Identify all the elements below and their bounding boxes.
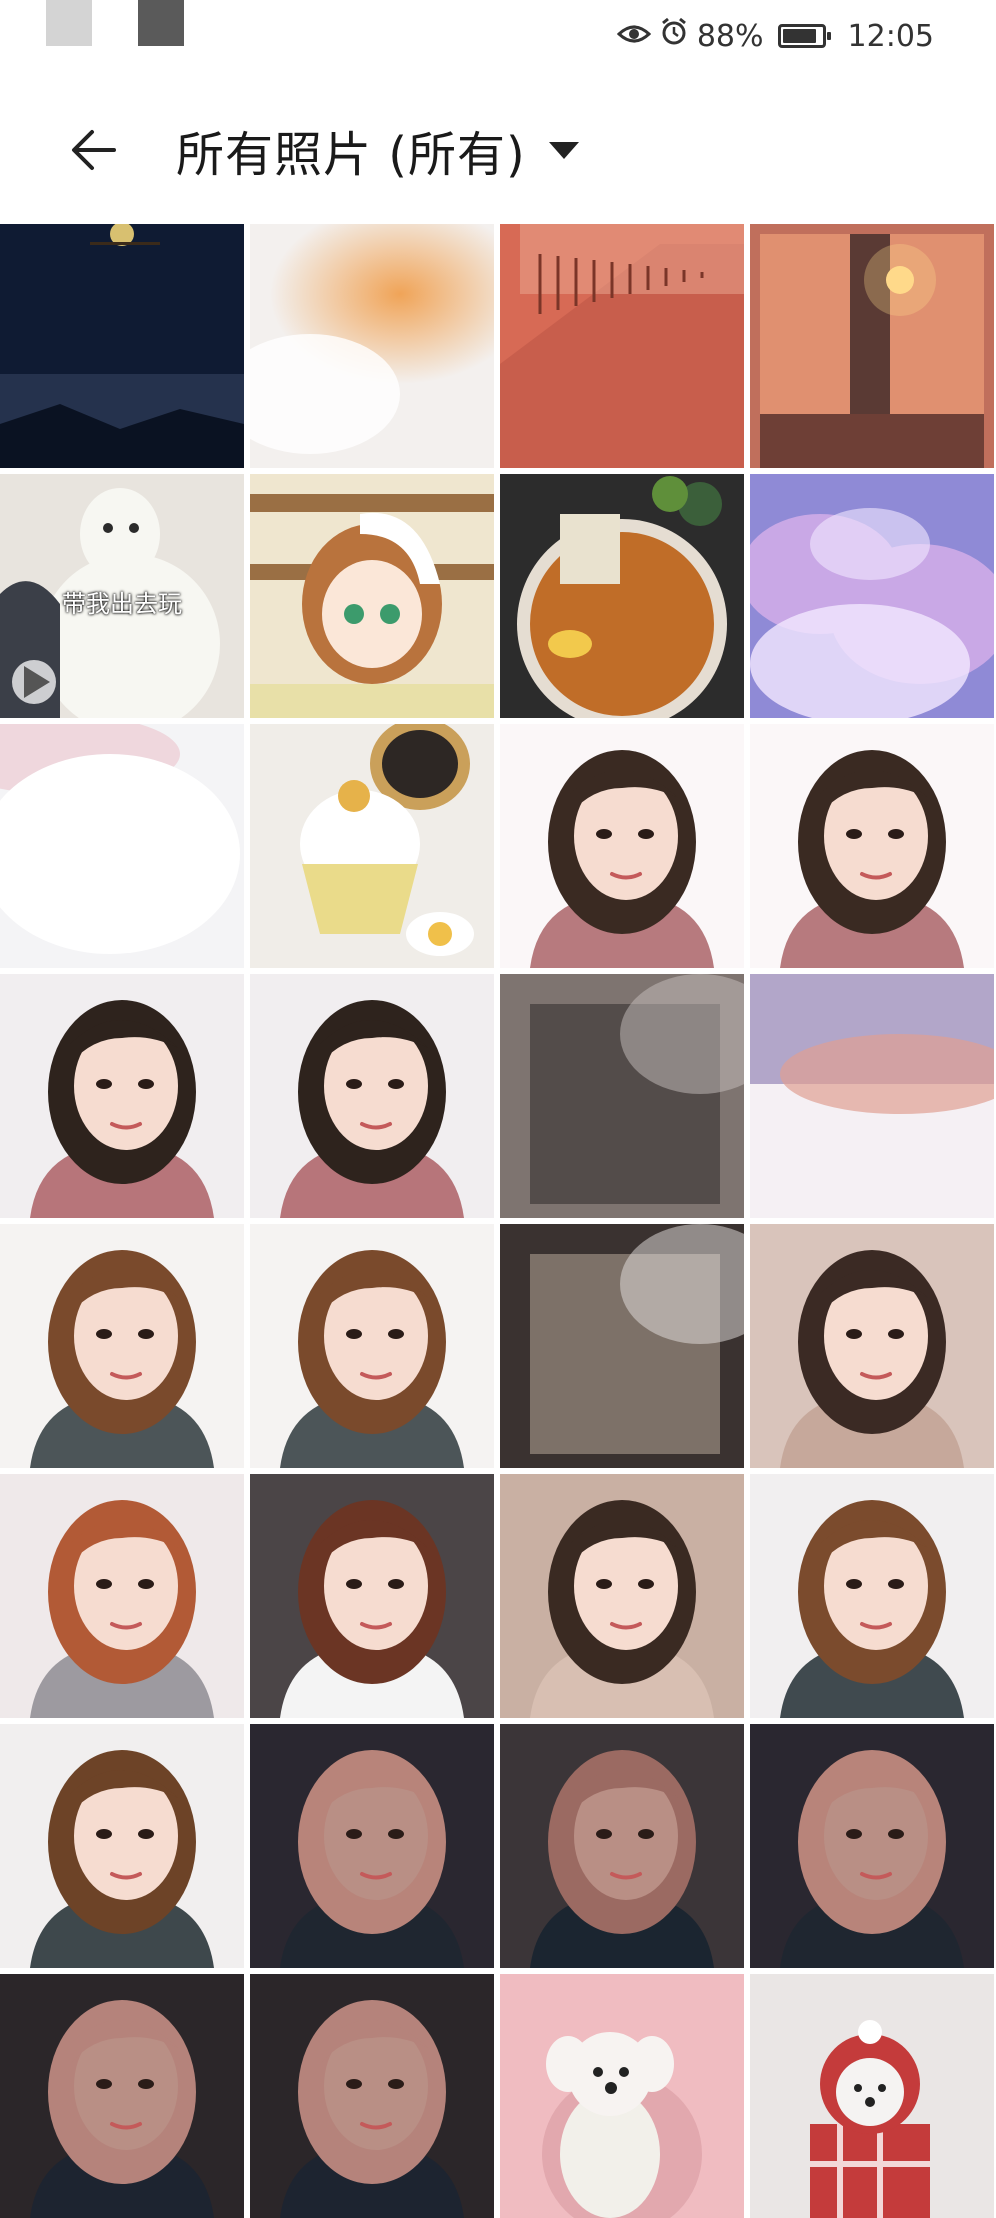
photo-thumbnail[interactable]	[250, 724, 494, 968]
photo-thumbnail[interactable]	[500, 224, 744, 468]
photo-image	[500, 1974, 744, 2218]
battery-level-fill	[782, 29, 816, 43]
photo-thumbnail[interactable]	[250, 474, 494, 718]
photo-image	[250, 474, 494, 718]
photo-image	[750, 224, 994, 468]
photo-thumbnail[interactable]	[750, 1224, 994, 1468]
photo-image	[500, 724, 744, 968]
photo-image	[750, 1224, 994, 1468]
photo-thumbnail[interactable]	[750, 724, 994, 968]
app-bar: 所有照片 (所有)	[0, 72, 996, 222]
photo-image	[250, 1474, 494, 1718]
photo-thumbnail[interactable]	[0, 224, 244, 468]
photo-thumbnail[interactable]	[500, 1224, 744, 1468]
photo-thumbnail[interactable]	[0, 1974, 244, 2218]
photo-thumbnail[interactable]	[0, 724, 244, 968]
photo-thumbnail[interactable]	[250, 1474, 494, 1718]
photo-image	[0, 224, 244, 468]
photo-thumbnail[interactable]	[750, 474, 994, 718]
photo-thumbnail[interactable]	[250, 1224, 494, 1468]
photo-thumbnail[interactable]	[500, 724, 744, 968]
photo-thumbnail[interactable]	[750, 974, 994, 1218]
photo-image	[750, 474, 994, 718]
photo-thumbnail[interactable]	[750, 224, 994, 468]
battery-percent: 88%	[696, 18, 764, 54]
alarm-icon	[659, 17, 689, 55]
photo-grid: 带我出去玩	[0, 224, 996, 2218]
photo-image	[750, 1724, 994, 1968]
photo-thumbnail[interactable]	[0, 1724, 244, 1968]
photo-image	[250, 974, 494, 1218]
photo-thumbnail[interactable]	[250, 974, 494, 1218]
clock-time: 12:05	[847, 18, 934, 54]
video-caption: 带我出去玩	[62, 590, 182, 618]
photo-thumbnail[interactable]	[250, 224, 494, 468]
photo-image	[0, 1474, 244, 1718]
photo-thumbnail[interactable]	[750, 1474, 994, 1718]
status-icons: 88% 12:05	[616, 16, 934, 56]
photo-thumbnail[interactable]	[750, 1724, 994, 1968]
back-button[interactable]	[58, 114, 130, 186]
photo-image	[500, 474, 744, 718]
battery-icon	[777, 24, 831, 48]
photo-thumbnail[interactable]	[250, 1724, 494, 1968]
photo-image	[500, 974, 744, 1218]
page-title: 所有照片 (所有)	[176, 127, 526, 183]
photo-thumbnail[interactable]	[750, 1974, 994, 2218]
play-icon	[12, 660, 56, 704]
photo-image	[500, 224, 744, 468]
photo-image	[500, 1224, 744, 1468]
photo-image	[500, 1724, 744, 1968]
photo-thumbnail[interactable]	[500, 1474, 744, 1718]
photo-image	[750, 974, 994, 1218]
photo-thumbnail[interactable]	[0, 974, 244, 1218]
photo-thumbnail[interactable]	[0, 1474, 244, 1718]
photo-image	[750, 724, 994, 968]
photo-thumbnail[interactable]	[500, 1974, 744, 2218]
photo-image	[250, 1974, 494, 2218]
photo-thumbnail[interactable]	[250, 1974, 494, 2218]
photo-thumbnail[interactable]	[500, 974, 744, 1218]
photo-image	[750, 1474, 994, 1718]
eye-icon	[616, 19, 652, 54]
video-thumbnail[interactable]: 带我出去玩	[0, 474, 244, 718]
album-selector[interactable]: 所有照片 (所有)	[176, 112, 584, 188]
photo-thumbnail[interactable]	[0, 1224, 244, 1468]
photo-image	[250, 1224, 494, 1468]
caret-down-icon	[544, 130, 584, 170]
photo-thumbnail[interactable]	[500, 1724, 744, 1968]
photo-image	[0, 974, 244, 1218]
photo-image	[500, 1474, 744, 1718]
notification-icon	[138, 0, 184, 46]
status-bar: 88% 12:05	[0, 0, 996, 72]
photo-image	[250, 1724, 494, 1968]
photo-image	[0, 1724, 244, 1968]
arrow-left-icon	[72, 130, 116, 170]
photo-image	[0, 1974, 244, 2218]
photo-image	[250, 224, 494, 468]
photo-image	[250, 724, 494, 968]
photo-image	[0, 724, 244, 968]
photo-image	[0, 1224, 244, 1468]
photo-image	[750, 1974, 994, 2218]
notification-icon	[46, 0, 92, 46]
photo-thumbnail[interactable]	[500, 474, 744, 718]
